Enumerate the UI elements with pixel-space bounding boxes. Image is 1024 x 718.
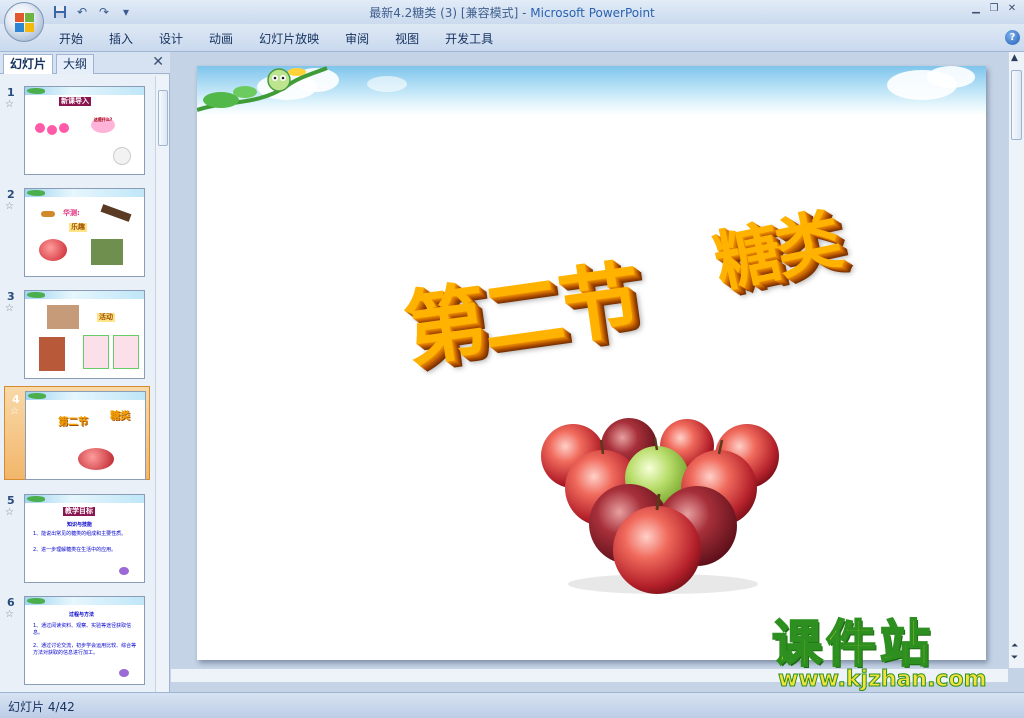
thumb-subtitle: 乐趣 (69, 223, 87, 232)
tab-slides[interactable]: 幻灯片 (3, 54, 54, 74)
thumb-title: 新课导入 (59, 97, 91, 106)
tab-design[interactable]: 设计 (146, 30, 196, 48)
thumbnail-image: 新课导入 这是什么? (24, 86, 145, 175)
slide-edit-area: 第二节 糖类 ▲ ⏶ ⏷ (171, 52, 1024, 692)
pane-scrollbar[interactable] (155, 76, 169, 692)
status-bar: 幻灯片 4/42 (0, 692, 1024, 718)
tab-slideshow[interactable]: 幻灯片放映 (246, 30, 332, 48)
close-pane-icon[interactable]: ✕ (152, 54, 164, 70)
ribbon: 开始 插入 设计 动画 幻灯片放映 审阅 视图 开发工具 ? (0, 24, 1024, 52)
current-slide[interactable]: 第二节 糖类 (197, 66, 986, 660)
window-title: 最新4.2糖类 (3) [兼容模式] - Microsoft PowerPoin… (0, 4, 1024, 21)
thumb-bubble: 这是什么? (91, 117, 115, 133)
scroll-up-icon[interactable]: ▲ (1011, 54, 1018, 63)
document-title: 最新4.2糖类 (3) [兼容模式] - (369, 6, 531, 20)
thumb-title: 过程与方法 (69, 612, 95, 618)
animation-star-icon: ☆ (5, 201, 14, 212)
thumb-line: 1、能说出常见的糖类的组成和主要性质。 (33, 531, 127, 537)
apples-image[interactable] (533, 416, 793, 596)
restore-icon[interactable]: ❐ (986, 2, 1002, 16)
slides-pane: 幻灯片 大纲 ✕ 1 ☆ 新课导入 这是什么? 2 ☆ 华测: 乐趣 3 ☆ 活… (0, 52, 170, 692)
animation-star-icon: ☆ (5, 609, 14, 620)
tab-home[interactable]: 开始 (46, 30, 96, 48)
thumb-title: 教学目标 (63, 507, 95, 516)
slide-counter: 幻灯片 4/42 (8, 700, 75, 714)
thumbnail-image: 第二节 糖类 (25, 391, 146, 480)
slide-number: 1 (7, 86, 15, 99)
tab-insert[interactable]: 插入 (96, 30, 146, 48)
minimize-icon[interactable]: ▁ (968, 2, 984, 16)
animation-star-icon: ☆ (5, 507, 14, 518)
vertical-scrollbar[interactable]: ▲ ⏶ ⏷ (1008, 52, 1024, 668)
close-window-icon[interactable]: ✕ (1004, 2, 1020, 16)
thumb-title: 华测: (63, 209, 80, 217)
vertical-scroll-thumb[interactable] (1011, 70, 1022, 140)
thumb-subtitle: 知识与技能 (67, 522, 93, 528)
slide-thumbnails: 1 ☆ 新课导入 这是什么? 2 ☆ 华测: 乐趣 3 ☆ 活动 4 ☆ 第二节… (0, 76, 154, 692)
slide-heading-a[interactable]: 第二节 (396, 232, 644, 382)
tab-view[interactable]: 视图 (382, 30, 432, 48)
slide-number: 4 (12, 393, 20, 406)
slide-thumbnail-2[interactable]: 2 ☆ 华测: 乐趣 (0, 182, 154, 277)
office-logo-icon (15, 13, 35, 33)
watermark-url: www.kjzhan.com (778, 667, 988, 692)
thumbnail-image: 过程与方法 1、通过阅读资料、观察、实验等途径获取信息。 2、通过讨论交流，初步… (24, 596, 145, 685)
slide-number: 2 (7, 188, 15, 201)
pane-tabs: 幻灯片 大纲 ✕ (0, 52, 170, 74)
app-name: Microsoft PowerPoint (530, 6, 655, 20)
animation-star-icon: ☆ (5, 99, 14, 110)
animation-star-icon: ☆ (10, 406, 19, 417)
slide-thumbnail-3[interactable]: 3 ☆ 活动 (0, 284, 154, 379)
ribbon-tabs: 开始 插入 设计 动画 幻灯片放映 审阅 视图 开发工具 (46, 30, 506, 48)
vine-decoration (197, 66, 328, 112)
thumb-line: 2、进一步理解糖类在生活中的应用。 (33, 547, 117, 553)
thumb-title: 活动 (97, 313, 115, 322)
tab-developer[interactable]: 开发工具 (432, 30, 506, 48)
next-slide-icon[interactable]: ⏷ (1011, 654, 1018, 663)
animation-star-icon: ☆ (5, 303, 14, 314)
slide-thumbnail-4[interactable]: 4 ☆ 第二节 糖类 (4, 386, 150, 480)
thumbnail-image: 教学目标 知识与技能 1、能说出常见的糖类的组成和主要性质。 2、进一步理解糖类… (24, 494, 145, 583)
thumb-title-a: 第二节 (58, 417, 88, 428)
tab-outline[interactable]: 大纲 (56, 54, 95, 74)
pane-scroll-thumb[interactable] (158, 90, 168, 146)
slide-thumbnail-1[interactable]: 1 ☆ 新课导入 这是什么? (0, 80, 154, 175)
slide-number: 6 (7, 596, 15, 609)
thumb-title-b: 糖类 (110, 411, 130, 422)
watermark-text: 课件站 (771, 615, 934, 673)
slide-number: 3 (7, 290, 15, 303)
tab-review[interactable]: 审阅 (332, 30, 382, 48)
office-button[interactable] (4, 2, 44, 42)
slide-number: 5 (7, 494, 15, 507)
previous-slide-icon[interactable]: ⏶ (1011, 642, 1018, 651)
window-controls: ▁ ❐ ✕ (968, 2, 1020, 16)
slide-thumbnail-5[interactable]: 5 ☆ 教学目标 知识与技能 1、能说出常见的糖类的组成和主要性质。 2、进一步… (0, 488, 154, 583)
thumbnail-image: 活动 (24, 290, 145, 379)
help-icon[interactable]: ? (1005, 30, 1020, 45)
thumbnail-image: 华测: 乐趣 (24, 188, 145, 277)
tab-animations[interactable]: 动画 (196, 30, 246, 48)
thumb-line: 1、通过阅读资料、观察、实验等途径获取信息。 (33, 623, 132, 636)
slide-thumbnail-6[interactable]: 6 ☆ 过程与方法 1、通过阅读资料、观察、实验等途径获取信息。 2、通过讨论交… (0, 590, 154, 685)
thumb-line: 2、通过讨论交流，初步学会运用比较、综合等方法对获取的信息进行加工。 (33, 643, 137, 656)
title-bar: ↶ ↷ ▾ 最新4.2糖类 (3) [兼容模式] - Microsoft Pow… (0, 0, 1024, 24)
slide-heading-b[interactable]: 糖类 (704, 186, 845, 306)
site-watermark: 课件站 www.kjzhan.com (771, 615, 1004, 694)
